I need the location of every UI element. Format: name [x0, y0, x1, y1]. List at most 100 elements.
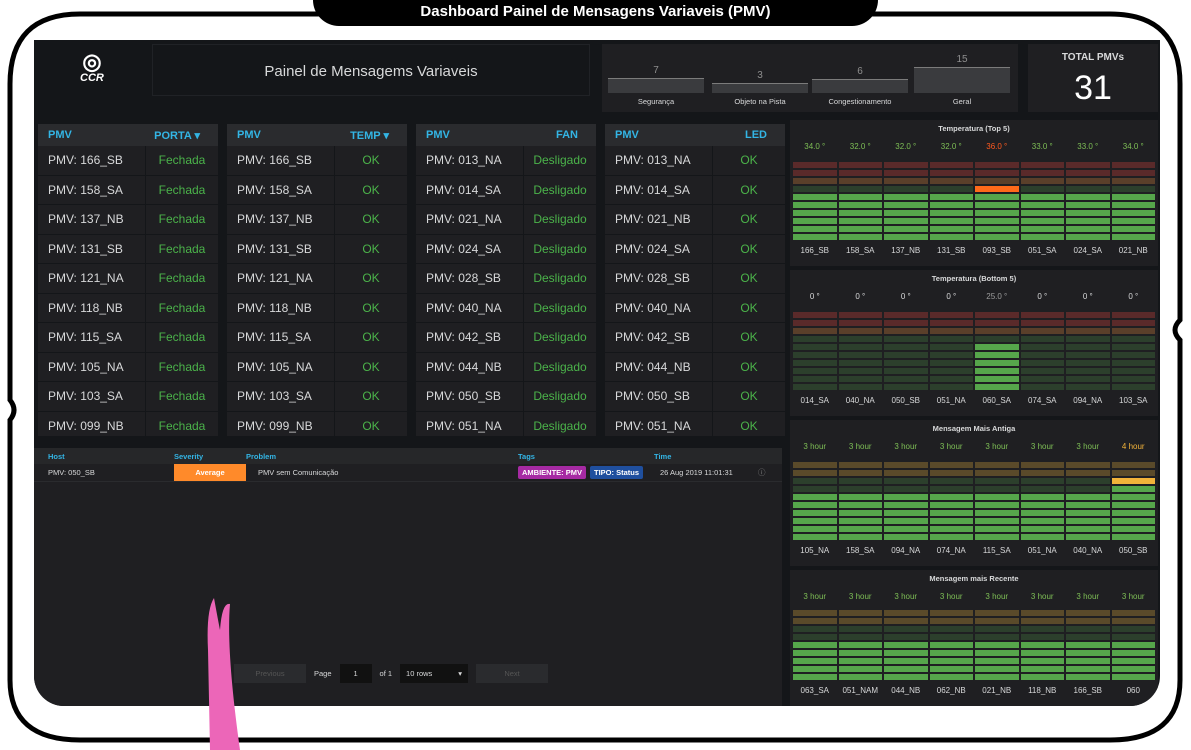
gauge-segment [1066, 376, 1110, 382]
table-row: PMV: 028_SB OK [605, 264, 785, 294]
stat-label: Congestionamento [828, 97, 892, 106]
gauge-segment [1020, 352, 1064, 358]
col-pmv[interactable]: PMV [416, 129, 524, 141]
gauge-segment [929, 320, 973, 326]
gauge-segment [838, 194, 882, 200]
col-time[interactable]: Time [654, 452, 734, 461]
gauge-label: 118_NB [1028, 686, 1057, 695]
gauge-segment [838, 234, 882, 240]
gauge-label: 044_NB [891, 686, 921, 695]
info-icon[interactable]: ⓘ [758, 467, 766, 478]
page-title: Dashboard Painel de Mensagens Variaveis … [313, 0, 878, 26]
gauge-segment [975, 510, 1019, 516]
status-cell: OK [740, 359, 758, 374]
gauge-segment [929, 510, 973, 516]
logo-panel: ◎ CCR [34, 40, 149, 110]
col-host[interactable]: Host [34, 452, 174, 461]
alert-row[interactable]: PMV: 050_SB Average PMV sem Comunicação … [34, 464, 782, 482]
status-cell: Desligado [533, 330, 587, 345]
gauge-segment [1066, 170, 1110, 176]
gauge-segment [1020, 486, 1064, 492]
gauge-segment [1066, 336, 1110, 342]
gauge-segment [793, 178, 837, 184]
ccr-logo: ◎ CCR [80, 51, 104, 85]
col-tags[interactable]: Tags [518, 452, 654, 461]
tag-ambiente[interactable]: AMBIENTE: PMV [518, 466, 586, 479]
gauge-segment [884, 384, 928, 390]
gauge-segment [793, 518, 837, 524]
status-cell: OK [740, 330, 758, 345]
gauge-bar [793, 456, 837, 540]
table-row: PMV: 131_SB Fechada [38, 234, 218, 264]
gauge-segment [838, 518, 882, 524]
gauge-segment [838, 610, 882, 616]
pmv-cell: PMV: 050_SB [605, 382, 713, 411]
gauge-segment [793, 162, 837, 168]
table-row: PMV: 042_SB Desligado [416, 323, 596, 353]
gauge-segment [884, 218, 928, 224]
pmv-cell: PMV: 137_NB [38, 205, 146, 234]
gauge-segment [884, 526, 928, 532]
col-pmv[interactable]: PMV [227, 129, 335, 141]
gauge-bar [1111, 156, 1155, 240]
status-cell: Desligado [533, 153, 587, 168]
gauge-label: 094_NA [1073, 396, 1103, 405]
status-cell: Desligado [533, 271, 587, 286]
gauge-segment [884, 510, 928, 516]
gauge-segment [1111, 626, 1155, 632]
gauge-segment [929, 312, 973, 318]
gauge-segment [975, 478, 1019, 484]
gauge-label: 074_NA [936, 546, 966, 555]
gauge-segment [929, 234, 973, 240]
gauge-segment [929, 494, 973, 500]
table-row: PMV: 050_SB Desligado [416, 382, 596, 412]
next-button[interactable]: Next [476, 664, 549, 683]
rows-select[interactable]: 10 rows ▾ [400, 664, 469, 683]
gauge-segment [975, 470, 1019, 476]
table-row: PMV: 051_NA Desligado [416, 411, 596, 436]
gauge-segment [793, 486, 837, 492]
gauge-segment [1111, 618, 1155, 624]
stat-label: Objeto na Pista [734, 97, 786, 106]
gauge-segment [884, 194, 928, 200]
col-pmv[interactable]: PMV [38, 129, 146, 141]
gauge-segment [975, 194, 1019, 200]
gauge-segment [1066, 502, 1110, 508]
gauge-segment [884, 170, 928, 176]
gauge-segment [1066, 618, 1110, 624]
status-cell: Desligado [533, 182, 587, 197]
gauge-segment [838, 502, 882, 508]
gauge-segment [1020, 674, 1064, 680]
gauge-label: 051_NAM [842, 686, 879, 695]
gauge-segment [793, 234, 837, 240]
gauge-segment [975, 494, 1019, 500]
gauge-segment [884, 634, 928, 640]
gauge-label: 051_SA [1028, 246, 1057, 255]
page-input[interactable]: 1 [339, 664, 372, 683]
status-cell: Fechada [158, 418, 206, 433]
gauge-segment [1111, 312, 1155, 318]
col-status[interactable]: PORTA ▾ [146, 129, 218, 142]
table-row: PMV: 166_SB OK [227, 146, 407, 176]
gauge-segment [793, 368, 837, 374]
pmv-cell: PMV: 166_SB [227, 146, 335, 175]
col-problem[interactable]: Problem [246, 452, 518, 461]
status-cell: Desligado [533, 418, 587, 433]
gauge-segment [929, 328, 973, 334]
gauge-segment [1020, 510, 1064, 516]
gauge-segment [929, 526, 973, 532]
gauge-bar [884, 456, 928, 540]
gauge-segment [1111, 526, 1155, 532]
col-status[interactable]: FAN [524, 129, 596, 141]
gauge-bar [838, 606, 882, 680]
gauge-segment [1066, 462, 1110, 468]
col-severity[interactable]: Severity [174, 452, 246, 461]
col-status[interactable]: TEMP ▾ [335, 129, 407, 142]
tag-tipo[interactable]: TIPO: Status [590, 466, 644, 479]
gauge-segment [1020, 312, 1064, 318]
gauge-segment [1066, 312, 1110, 318]
gauge-segment [838, 634, 882, 640]
col-pmv[interactable]: PMV [605, 129, 713, 141]
gauge-segment [838, 510, 882, 516]
col-status[interactable]: LED [713, 129, 785, 141]
